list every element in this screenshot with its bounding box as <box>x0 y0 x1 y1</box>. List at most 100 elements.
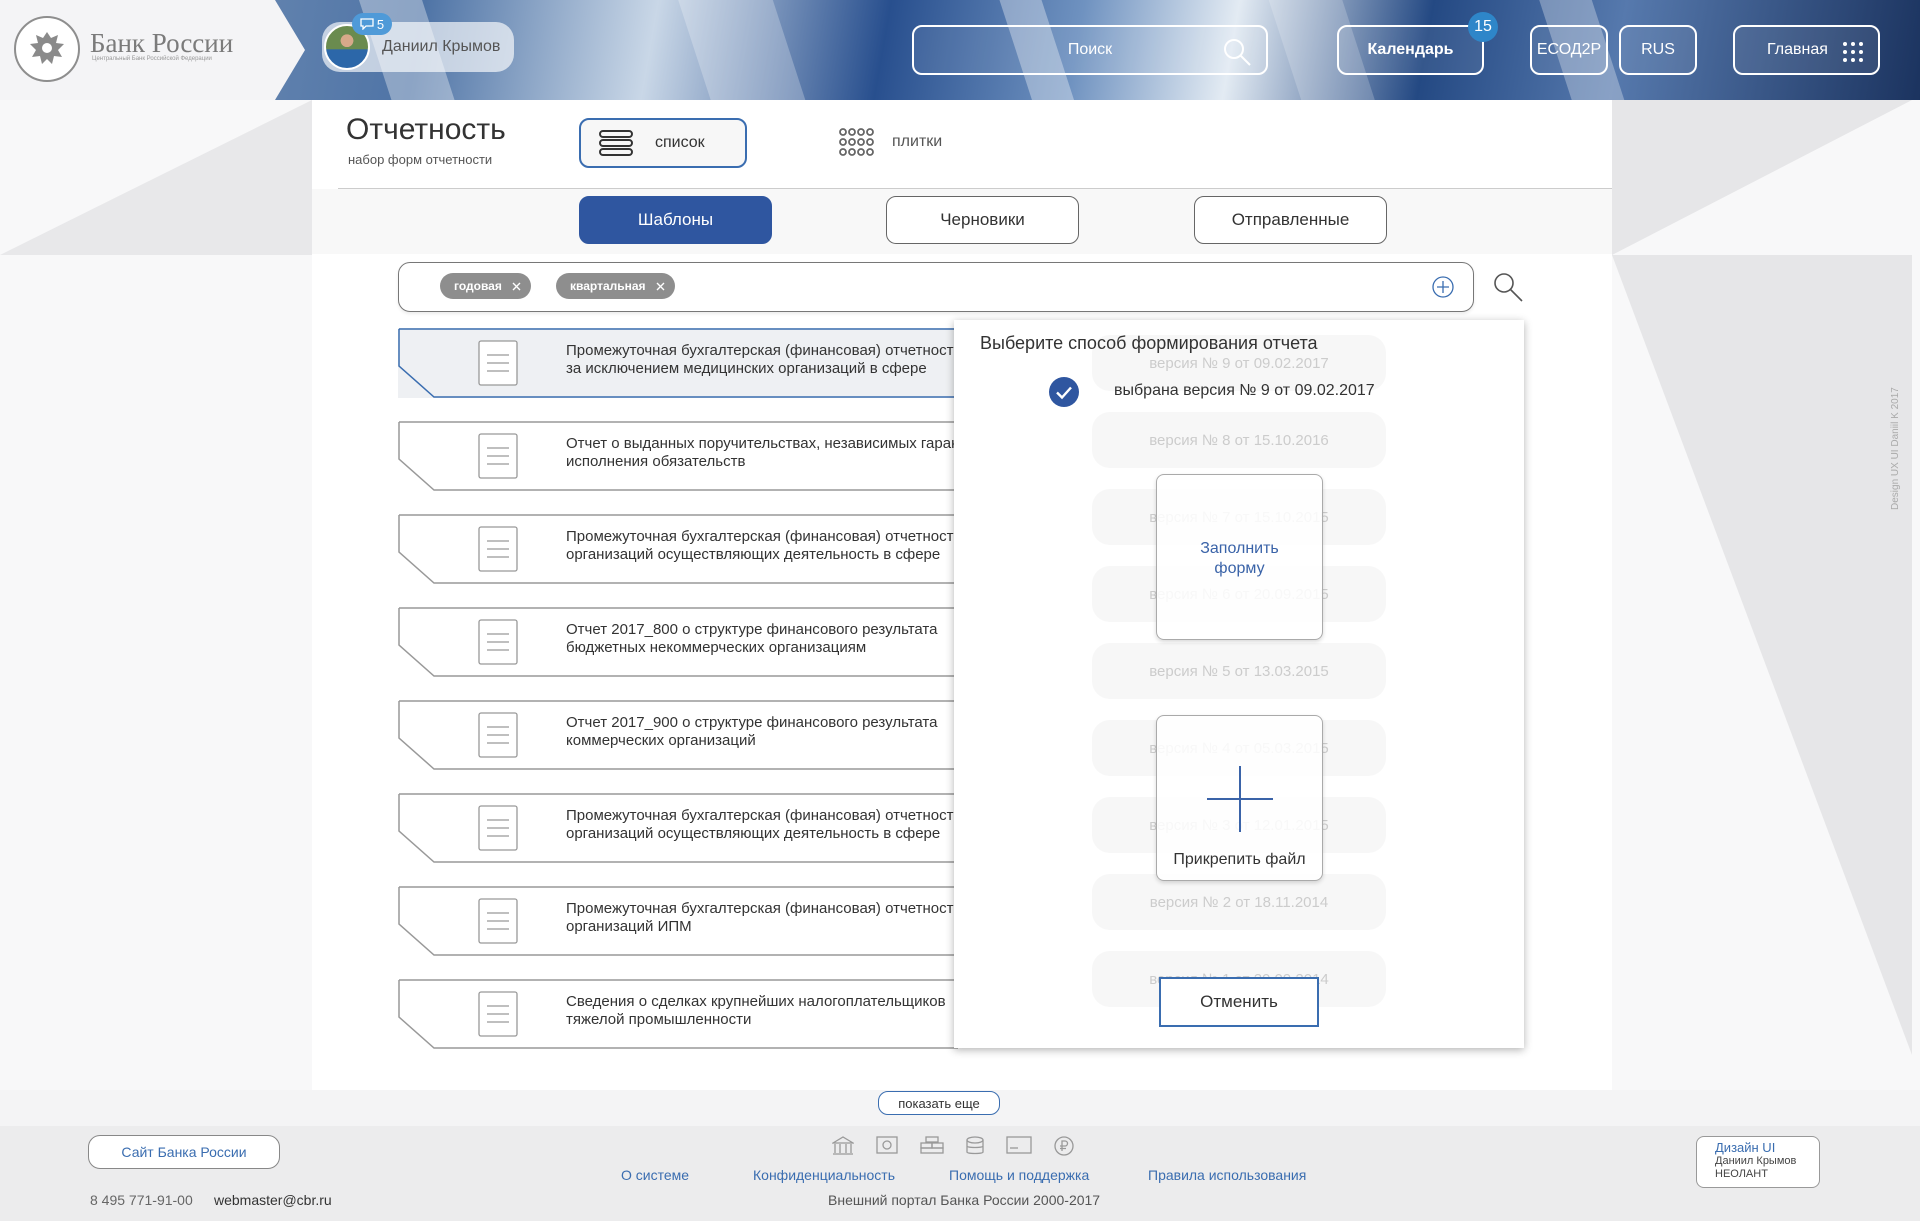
document-icon <box>478 805 518 851</box>
main-menu-button[interactable]: Главная <box>1733 25 1880 75</box>
coins-icon[interactable] <box>966 1136 984 1156</box>
list-item[interactable]: Промежуточная бухгалтерская (финансовая)… <box>398 886 958 956</box>
show-more-button[interactable]: показать еще <box>878 1091 1000 1115</box>
logo-title[interactable]: Банк России <box>90 28 233 59</box>
page-subtitle: набор форм отчетности <box>348 152 493 167</box>
chat-icon <box>360 18 374 30</box>
apps-grid-icon <box>1843 42 1863 62</box>
page-title: Отчетность <box>346 113 506 146</box>
view-list-label: список <box>655 134 705 151</box>
version-item[interactable]: версия № 5 от 13.03.2015 <box>1092 643 1386 699</box>
decor-triangle <box>1612 255 1912 1055</box>
document-icon <box>478 433 518 479</box>
list-item[interactable]: Сведения о сделках крупнейших налогоплат… <box>398 979 958 1049</box>
tab-drafts[interactable]: Черновики <box>886 196 1079 244</box>
document-icon <box>478 712 518 758</box>
version-item[interactable]: версия № 8 от 15.10.2016 <box>1092 412 1386 468</box>
list-item[interactable]: Отчет 2017_900 о структуре финансового р… <box>398 700 958 770</box>
footer-copyright: Внешний портал Банка России 2000-2017 <box>828 1192 1101 1208</box>
design-credit-name: Даниил Крымов <box>1715 1155 1797 1167</box>
view-tiles-button[interactable]: плитки <box>838 128 942 156</box>
footer-link-terms[interactable]: Правила использования <box>1148 1167 1306 1183</box>
footer-email[interactable]: webmaster@cbr.ru <box>214 1192 332 1208</box>
close-icon[interactable] <box>656 282 665 291</box>
footer-link-about[interactable]: О системе <box>621 1167 689 1183</box>
card-icon[interactable] <box>1006 1136 1032 1154</box>
report-title-line-2: исполнения обязательств <box>566 453 746 470</box>
filter-chip[interactable]: годовая <box>440 273 531 299</box>
document-icon <box>478 991 518 1037</box>
decor-triangle <box>0 100 312 255</box>
report-title-line-2: коммерческих организаций <box>566 732 756 749</box>
gold-bars-icon[interactable] <box>920 1136 944 1154</box>
messages-count: 5 <box>376 16 385 32</box>
report-title-line-1: Отчет 2017_900 о структуре финансового р… <box>566 714 938 731</box>
filter-chip[interactable]: квартальная <box>556 273 675 299</box>
report-title-line-1: Сведения о сделках крупнейших налогоплат… <box>566 993 946 1010</box>
document-icon <box>478 340 518 386</box>
report-title-line-2: организаций ИПМ <box>566 918 692 935</box>
main-menu-label: Главная <box>1767 41 1828 58</box>
tab-templates[interactable]: Шаблоны <box>579 196 772 244</box>
report-title-line-2: организаций осуществляющих деятельность … <box>566 546 941 563</box>
document-icon <box>478 526 518 572</box>
report-title-line-1: Промежуточная бухгалтерская (финансовая)… <box>566 342 958 359</box>
footer-link-help[interactable]: Помощь и поддержка <box>949 1167 1089 1183</box>
header-search-input[interactable]: Поиск <box>912 25 1268 75</box>
bank-emblem-icon[interactable] <box>14 16 80 82</box>
close-icon[interactable] <box>512 282 521 291</box>
language-button[interactable]: RUS <box>1619 25 1697 75</box>
calendar-button[interactable]: Календарь <box>1337 25 1484 75</box>
report-title-line-1: Промежуточная бухгалтерская (финансовая)… <box>566 900 958 917</box>
design-credit[interactable]: Дизайн UI Даниил Крымов НЕОЛАНТ <box>1696 1136 1820 1188</box>
report-title-line-1: Отчет 2017_800 о структуре финансового р… <box>566 621 938 638</box>
report-title-line-2: организаций осуществляющих деятельность … <box>566 825 941 842</box>
logo-arrow <box>275 0 305 100</box>
list-item[interactable]: Отчет 2017_800 о структуре финансового р… <box>398 607 958 677</box>
logo-subtitle: Центральный Банк Российской Федерации <box>92 56 212 62</box>
version-item[interactable]: версия № 2 от 18.11.2014 <box>1092 874 1386 930</box>
filter-chip-label: годовая <box>454 279 502 293</box>
view-tiles-label: плитки <box>892 133 943 150</box>
list-icon <box>599 130 633 156</box>
document-icon <box>478 898 518 944</box>
cancel-button[interactable]: Отменить <box>1159 977 1319 1027</box>
list-item[interactable]: Отчет о выданных поручительствах, незави… <box>398 421 958 491</box>
bank-site-button[interactable]: Сайт Банка России <box>88 1135 280 1169</box>
messages-badge[interactable]: 5 <box>352 13 392 35</box>
search-icon[interactable] <box>1492 271 1524 303</box>
bank-building-icon[interactable] <box>832 1136 854 1156</box>
calendar-count-badge: 15 <box>1468 12 1498 42</box>
list-item[interactable]: Промежуточная бухгалтерская (финансовая)… <box>398 793 958 863</box>
user-name[interactable]: Даниил Крымов <box>382 38 500 56</box>
footer-link-privacy[interactable]: Конфиденциальность <box>753 1167 895 1183</box>
esod-button[interactable]: ЕСОД2Р <box>1530 25 1608 75</box>
report-title-line-2: тяжелой промышленности <box>566 1011 752 1028</box>
document-icon <box>478 619 518 665</box>
report-title-line-2: бюджетных некоммерческих организациям <box>566 639 867 656</box>
fill-form-label[interactable]: Заполнить форму <box>1156 539 1323 579</box>
search-icon[interactable] <box>1222 37 1252 67</box>
report-title-line-2: за исключением медицинских организаций в… <box>566 360 927 377</box>
report-title-line-1: Отчет о выданных поручительствах, незави… <box>566 435 958 452</box>
list-item[interactable]: Промежуточная бухгалтерская (финансовая)… <box>398 514 958 584</box>
watermark: Design UX UI Daniil K 2017 <box>1890 387 1901 510</box>
safe-icon[interactable] <box>876 1136 898 1154</box>
design-credit-title: Дизайн UI <box>1715 1140 1776 1155</box>
tiles-icon <box>839 128 874 156</box>
report-title-line-1: Промежуточная бухгалтерская (финансовая)… <box>566 528 958 545</box>
tab-sent[interactable]: Отправленные <box>1194 196 1387 244</box>
search-label: Поиск <box>1067 41 1113 58</box>
plus-icon <box>1207 766 1273 832</box>
list-item[interactable]: Промежуточная бухгалтерская (финансовая)… <box>398 328 958 398</box>
check-icon[interactable] <box>1048 376 1080 408</box>
attach-file-label[interactable]: Прикрепить файл <box>1156 851 1323 869</box>
dialog-title: Выберите способ формирования отчета <box>980 333 1318 353</box>
ruble-icon[interactable] <box>1054 1136 1074 1156</box>
add-filter-icon[interactable] <box>1432 276 1454 298</box>
view-list-button[interactable]: список <box>579 118 747 168</box>
report-title-line-1: Промежуточная бухгалтерская (финансовая)… <box>566 807 958 824</box>
footer-phone: 8 495 771-91-00 <box>90 1192 193 1208</box>
decor-triangle <box>1612 100 1912 255</box>
design-credit-company: НЕОЛАНТ <box>1715 1168 1768 1180</box>
